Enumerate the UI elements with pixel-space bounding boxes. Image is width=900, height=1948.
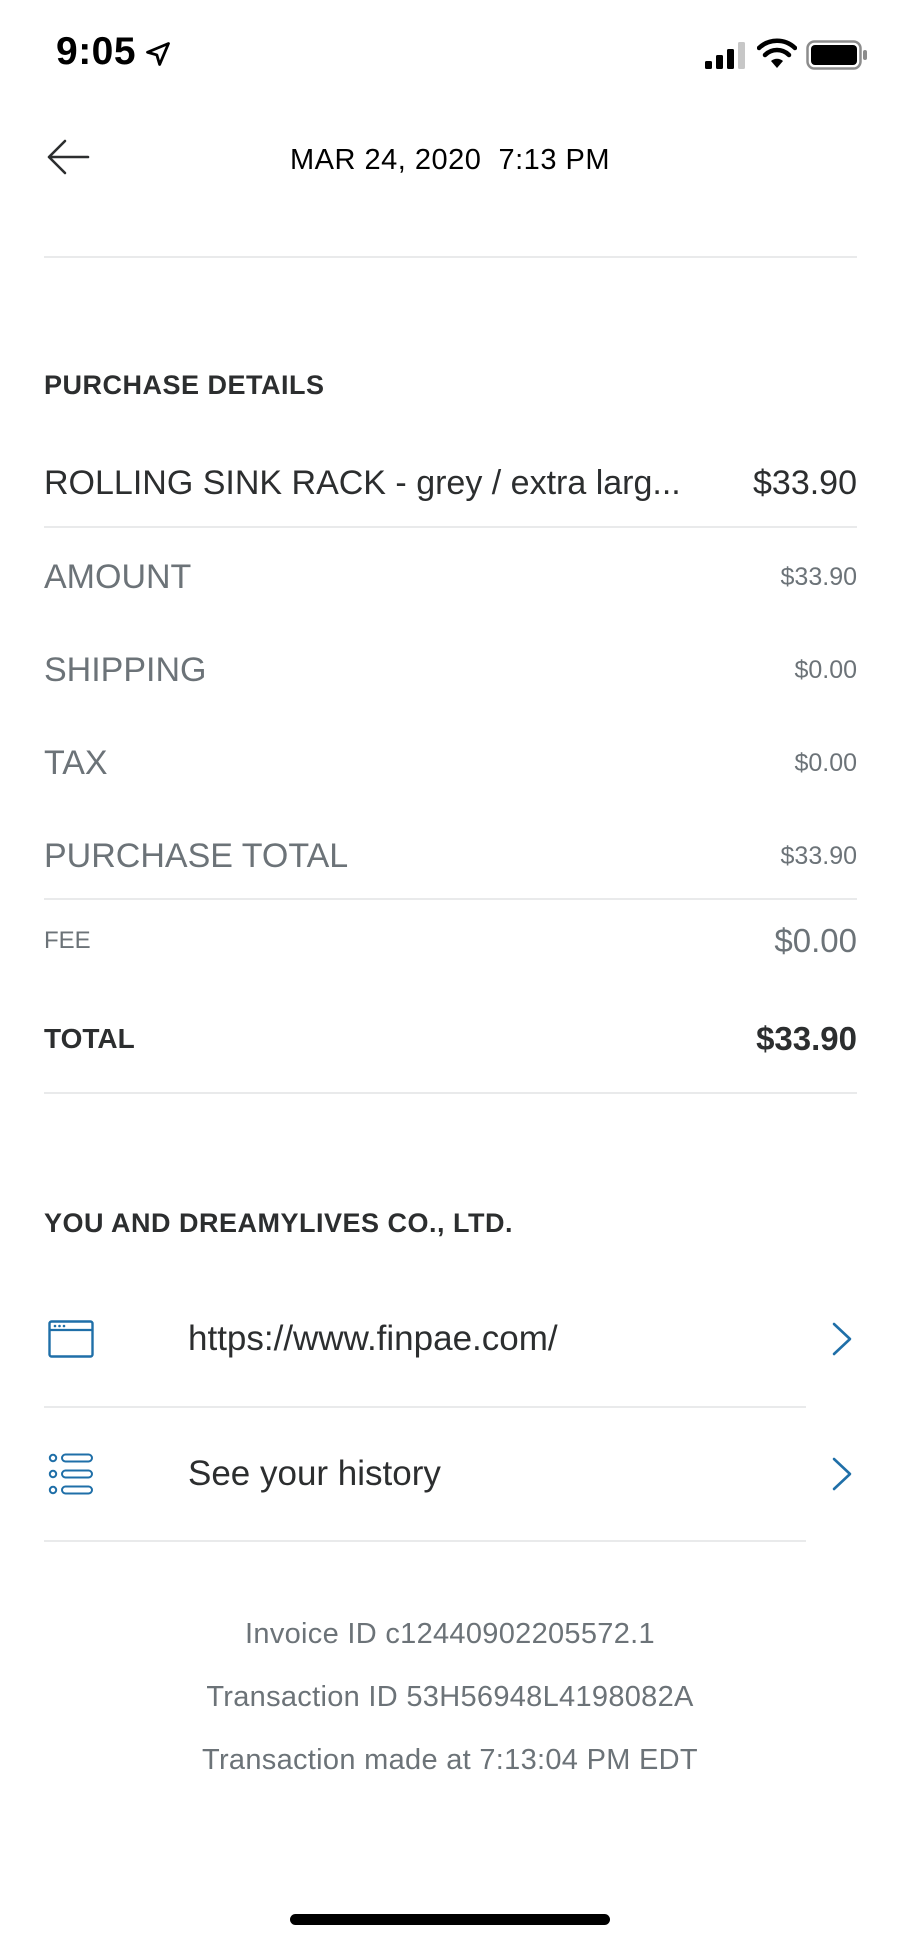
status-time: 9:05: [56, 30, 137, 73]
shipping-value: $0.00: [794, 655, 857, 684]
battery-icon: [806, 40, 867, 70]
shipping-row: SHIPPING $0.00: [44, 645, 857, 695]
purchase-total-label: PURCHASE TOTAL: [44, 836, 349, 875]
purchase-total-row: PURCHASE TOTAL $33.90: [44, 831, 857, 881]
wifi-icon: [757, 38, 797, 68]
total-label: TOTAL: [44, 1023, 135, 1054]
link-divider: [44, 1540, 806, 1542]
browser-window-icon: [48, 1316, 94, 1362]
amount-row: AMOUNT $33.90: [44, 552, 857, 602]
tax-row: TAX $0.00: [44, 738, 857, 788]
item-name: ROLLING SINK RACK - grey / extra larg...: [44, 463, 681, 502]
transaction-time: Transaction made at 7:13:04 PM EDT: [202, 1744, 698, 1776]
chevron-right-icon: [832, 1457, 852, 1491]
fee-row: FEE $0.00: [44, 916, 857, 966]
header-divider: [44, 256, 857, 258]
transaction-id: Transaction ID 53H56948L4198082A: [206, 1681, 694, 1713]
tax-label: TAX: [44, 743, 108, 782]
total-row: TOTAL $33.90: [44, 1014, 857, 1064]
home-indicator[interactable]: [290, 1914, 610, 1925]
location-arrow-icon: [146, 42, 170, 66]
purchase-item-row: ROLLING SINK RACK - grey / extra larg...…: [44, 458, 857, 508]
merchant-heading: YOU AND DREAMYLIVES CO., LTD.: [44, 1208, 514, 1238]
shipping-label: SHIPPING: [44, 650, 207, 689]
see-history-link[interactable]: See your history: [44, 1407, 857, 1541]
fee-value: $0.00: [774, 922, 857, 959]
amount-value: $33.90: [780, 562, 857, 591]
merchant-website-link[interactable]: https://www.finpae.com/: [44, 1272, 857, 1406]
chevron-right-icon: [832, 1322, 852, 1356]
purchase-total-value: $33.90: [780, 841, 857, 870]
merchant-website-label: https://www.finpae.com/: [188, 1319, 558, 1358]
item-price: $33.90: [753, 463, 857, 502]
invoice-id: Invoice ID c12440902205572.1: [245, 1618, 655, 1650]
see-history-label: See your history: [188, 1454, 441, 1493]
cellular-signal-icon: [705, 42, 745, 69]
status-bar: 9:05: [0, 0, 900, 110]
page-title: MAR 24, 2020 7:13 PM: [290, 144, 610, 176]
fee-label: FEE: [44, 927, 91, 954]
total-value: $33.90: [756, 1020, 857, 1057]
list-icon: [48, 1451, 94, 1497]
amount-label: AMOUNT: [44, 557, 192, 596]
total-divider: [44, 1092, 857, 1094]
item-divider: [44, 526, 857, 528]
breakdown-divider: [44, 898, 857, 900]
purchase-details-heading: PURCHASE DETAILS: [44, 370, 325, 400]
tax-value: $0.00: [794, 748, 857, 777]
